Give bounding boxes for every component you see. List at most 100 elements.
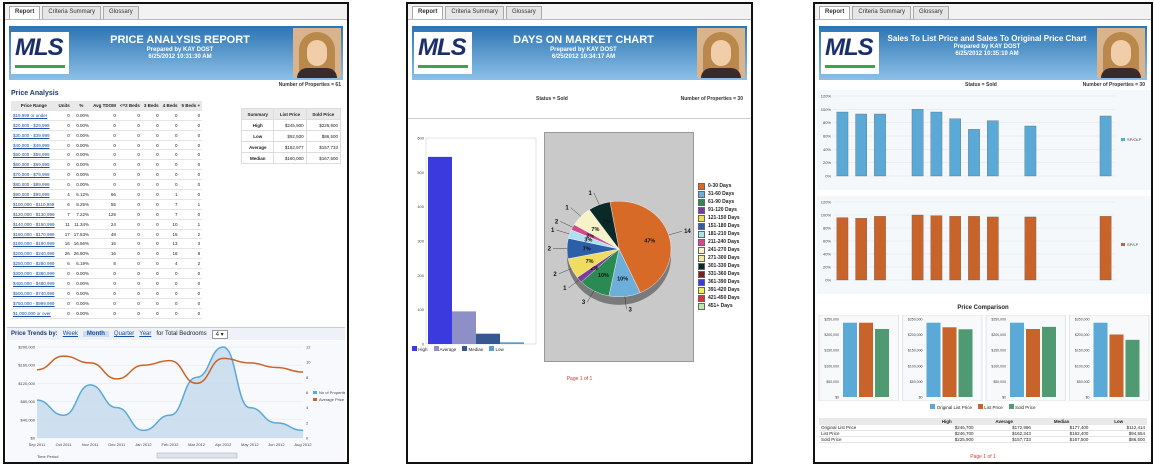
pie-percent-label: 7% <box>603 220 611 226</box>
tab-criteria-summary[interactable]: Criteria Summary <box>445 6 505 19</box>
table-cell: 0.00% <box>71 130 92 141</box>
tab-criteria-summary[interactable]: Criteria Summary <box>852 6 912 19</box>
y-tick-label: $0 <box>1002 396 1006 400</box>
y-tick-label: $250,000 <box>908 318 923 322</box>
ratio-bar <box>874 113 886 177</box>
trend-quarter-link[interactable]: Quarter <box>114 331 134 337</box>
ratio-bar <box>855 218 867 281</box>
legend-item: Median <box>462 346 483 352</box>
table-cell: 0 <box>91 308 118 319</box>
price-range-link[interactable]: $200,000 - $240,999 <box>11 248 57 260</box>
price-range-link[interactable]: $19,999 or under <box>11 110 57 121</box>
legend-swatch <box>313 391 317 394</box>
legend-item: 211-240 Days <box>698 238 740 246</box>
price-range-link[interactable]: $750,000 - $999,999 <box>11 298 57 309</box>
table-cell: 0 <box>160 120 180 131</box>
y-tick-label: $100,000 <box>1075 364 1090 368</box>
table-cell: 0 <box>141 169 161 181</box>
trend-year-link[interactable]: Year <box>139 331 151 337</box>
table-cell: 0.00% <box>71 288 92 299</box>
price-range-link[interactable]: $1,000,000 or over <box>11 308 57 319</box>
summary-cell: $160,000 <box>273 152 307 164</box>
trend-week-link[interactable]: Week <box>63 331 78 337</box>
price-range-link[interactable]: $120,000 - $130,999 <box>11 209 57 220</box>
price-range-link[interactable]: $90,000 - $99,999 <box>11 189 57 200</box>
table-cell: 0 <box>141 110 161 121</box>
y-tick-label: 100% <box>821 213 832 218</box>
y-tick-label: $200,000 <box>908 333 923 337</box>
price-range-link[interactable]: $180,000 - $190,999 <box>11 238 57 250</box>
price-range-link[interactable]: $250,000 - $280,999 <box>11 258 57 270</box>
ratio-bar <box>855 113 867 177</box>
table-cell: 0 <box>117 248 142 260</box>
table-cell: 24 <box>91 219 118 230</box>
comparison-bar <box>1093 322 1108 397</box>
table-cell: 0 <box>160 278 180 289</box>
table-cell: 0 <box>179 278 203 289</box>
price-range-link[interactable]: $400,000 - $480,999 <box>11 278 57 289</box>
price-range-link[interactable]: $20,000 - $29,999 <box>11 120 57 131</box>
price-range-link[interactable]: $40,000 - $49,999 <box>11 140 57 151</box>
beds-select[interactable]: 4 ▾ <box>211 329 228 339</box>
price-range-link[interactable]: $160,000 - $170,999 <box>11 229 57 240</box>
legend-item: Average <box>433 346 456 352</box>
y-tick-label: 40% <box>823 252 831 257</box>
y-tick-label: 100% <box>821 107 832 112</box>
tab-glossary[interactable]: Glossary <box>103 6 139 19</box>
pie-legend: 0-30 Days 31-60 Days 61-90 Days 91-120 Days… <box>698 182 740 310</box>
comparison-table-wrap: High Average Median Low Original List Price… <box>819 418 1147 443</box>
ratio-bar <box>1024 216 1037 281</box>
legend-item: 151-180 Days <box>698 222 740 230</box>
ratio-bar <box>987 216 999 281</box>
table-cell: 0 <box>160 149 180 161</box>
y-tick-label: 600 <box>417 136 424 141</box>
price-range-link[interactable]: $300,000 - $380,999 <box>11 268 57 280</box>
price-range-link[interactable]: $500,000 - $740,999 <box>11 288 57 299</box>
tab-report[interactable]: Report <box>9 6 41 19</box>
ratio-bar <box>874 216 886 281</box>
price-range-link[interactable]: $80,000 - $89,999 <box>11 179 57 191</box>
price-analysis-table: Price Range Units% Avg TDOM <=2 Beds 3 Beds 4… <box>11 101 203 319</box>
table-cell: 6 <box>56 199 72 210</box>
price-range-link[interactable]: $50,000 - $59,999 <box>11 149 57 161</box>
tab-criteria-summary[interactable]: Criteria Summary <box>42 6 102 19</box>
table-cell: 0 <box>179 189 203 200</box>
tab-glossary[interactable]: Glossary <box>506 6 542 19</box>
legend-label: Average Price <box>319 397 345 402</box>
price-range-link[interactable]: $140,000 - $150,999 <box>11 219 57 230</box>
legend-item: 241-270 Days <box>698 246 740 254</box>
ratio-bar <box>1024 125 1037 177</box>
price-range-link[interactable]: $60,000 - $69,999 <box>11 159 57 171</box>
price-range-link[interactable]: $70,000 - $79,999 <box>11 169 57 181</box>
summary-table-wrap: Summary List Price Sold Price High $245,900… <box>240 108 342 164</box>
table-row: $50,000 - $59,999 0 0.00% 0 0 0 0 0 <box>11 149 203 161</box>
table-cell: 0 <box>56 140 72 151</box>
tab-glossary[interactable]: Glossary <box>913 6 949 19</box>
page-indicator: Page 1 of 1 <box>566 376 593 382</box>
trend-month-link[interactable]: Month <box>82 331 109 337</box>
price-range-link[interactable]: $30,000 - $39,999 <box>11 130 57 141</box>
table-cell: 0 <box>160 179 180 191</box>
table-cell: 0 <box>141 159 161 171</box>
fmls-logo: MLS <box>821 32 879 74</box>
price-trends-bar: Price Trends by: Week Month Quarter Year… <box>7 327 345 340</box>
pie-count-label: 2 <box>548 246 552 252</box>
report-date: 6/25/2012 10:31:30 AM <box>148 54 212 60</box>
table-row: $80,000 - $89,999 0 0.00% 0 0 0 0 0 <box>11 179 203 191</box>
table-cell: 0 <box>141 189 161 200</box>
y-tick-label: $120,000 <box>18 381 35 386</box>
x-tick-label: Aug 2012 <box>294 442 312 447</box>
tab-report[interactable]: Report <box>819 6 851 19</box>
table-row: $160,000 - $170,999 17 17.53% 48 0 0 15 2 <box>11 229 203 240</box>
tab-report[interactable]: Report <box>412 6 444 19</box>
y-tick-label: $50,000 <box>1077 380 1090 384</box>
column-header: 3 Beds <box>141 101 161 111</box>
page-indicator: Page 1 of 1 <box>970 454 996 460</box>
time-scroll[interactable] <box>156 452 238 459</box>
ratio-bar <box>911 214 924 281</box>
table-cell: 2 <box>179 229 203 240</box>
table-cell: 10 <box>160 219 180 230</box>
price-range-link[interactable]: $100,000 - $110,999 <box>11 199 57 210</box>
table-cell: 6.19% <box>71 258 92 270</box>
ratio-bar <box>836 217 849 281</box>
